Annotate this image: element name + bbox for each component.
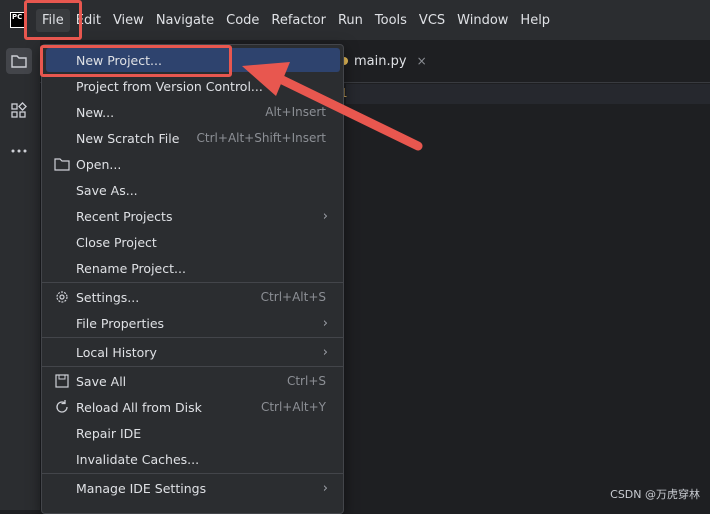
annotation-arrow-icon bbox=[242, 62, 423, 151]
watermark: CSDN @万虎穿林 bbox=[610, 488, 700, 501]
